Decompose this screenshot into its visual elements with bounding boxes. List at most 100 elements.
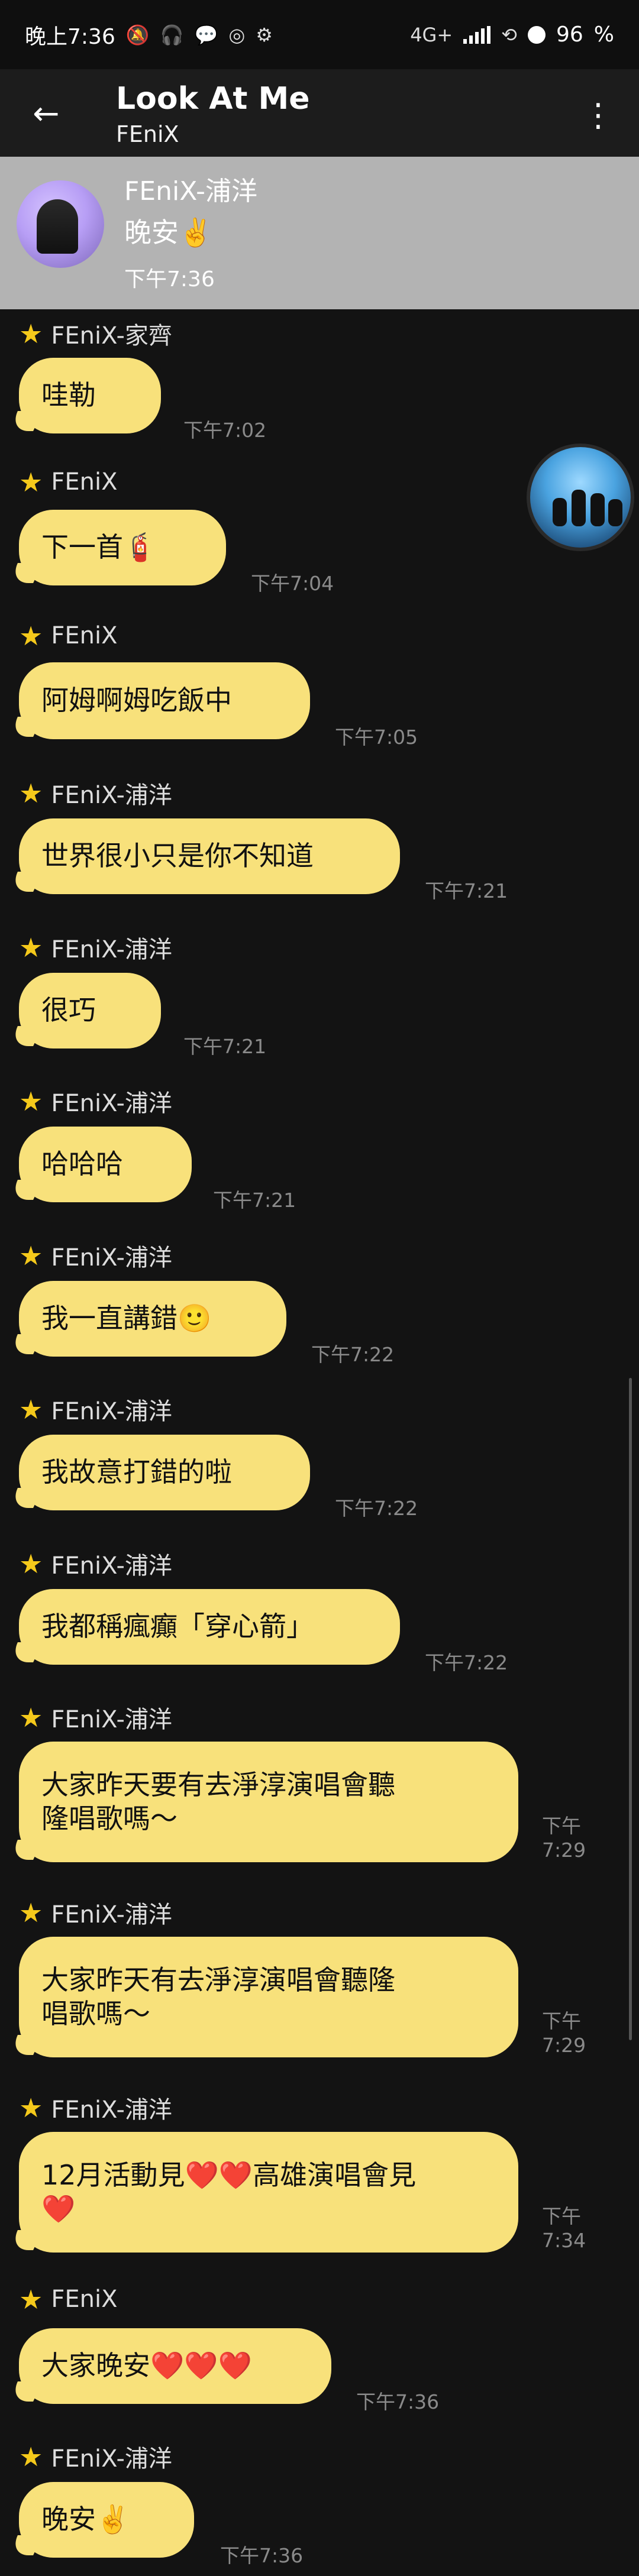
status-bar: 晚上7:36 🔕 🎧 💬 ◎ ⚙ 4G+ ⟲ 96% xyxy=(0,0,639,69)
message-time: 下午 7:34 xyxy=(542,2204,586,2253)
message-time: 下午7:36 xyxy=(356,2390,440,2413)
sender-row: ★ FEniX-浦洋 xyxy=(19,1084,172,1118)
avatar-figure xyxy=(572,490,586,526)
star-icon: ★ xyxy=(19,2283,43,2315)
message-bubble[interactable]: 我一直講錯🙂 xyxy=(19,1281,286,1357)
avatar-figure xyxy=(553,498,567,526)
star-icon: ★ xyxy=(19,318,43,349)
sender-row: ★ FEniX xyxy=(19,622,118,649)
notice-time: 下午7:36 xyxy=(124,267,215,292)
message-bubble[interactable]: 阿姆啊姆吃飯中 xyxy=(19,662,310,739)
message-bubble[interactable]: 大家昨天有去淨淳演唱會聽隆 唱歌嗎～ xyxy=(19,1937,518,2057)
signal-icon xyxy=(463,25,491,44)
star-icon: ★ xyxy=(19,2092,43,2124)
back-arrow-icon[interactable]: ← xyxy=(28,95,64,132)
sender-name: FEniX-浦洋 xyxy=(51,2096,172,2124)
message-bubble[interactable]: 下一首🧯 xyxy=(19,510,226,585)
sender-name: FEniX-浦洋 xyxy=(51,1901,172,1928)
message-time-value: 7:29 xyxy=(542,2034,586,2057)
message-text: 世界很小只是你不知道 xyxy=(41,840,314,872)
avatar-figure xyxy=(608,499,622,526)
message-text-line: 隆唱歌嗎～ xyxy=(41,1802,178,1834)
instagram-icon: ◎ xyxy=(228,23,246,46)
message-time: 下午7:04 xyxy=(251,572,334,595)
message-text-line: 12月活動見❤️❤️高雄演唱會見 xyxy=(41,2158,417,2191)
settings-icon: ⚙ xyxy=(256,23,273,46)
sender-row: ★ FEniX-浦洋 xyxy=(19,1700,172,1734)
chat-subtitle: FEniX xyxy=(116,121,179,147)
message-time-value: 7:29 xyxy=(542,1839,586,1862)
message-time: 下午7:21 xyxy=(183,1035,267,1058)
message-time: 下午 7:29 xyxy=(542,1814,586,1863)
group-avatar[interactable] xyxy=(527,444,634,551)
message-bubble[interactable]: 哈哈哈 xyxy=(19,1127,192,1202)
star-icon: ★ xyxy=(19,1548,43,1580)
star-icon: ★ xyxy=(19,1701,43,1733)
muted-icon: 🔕 xyxy=(125,23,150,46)
star-icon: ★ xyxy=(19,1393,43,1425)
chat-title: Look At Me xyxy=(116,81,310,116)
sender-row: ★ FEniX-浦洋 xyxy=(19,1238,172,1273)
message-bubble[interactable]: 大家昨天要有去淨淳演唱會聽 隆唱歌嗎～ xyxy=(19,1742,518,1862)
sender-name: FEniX xyxy=(51,2286,118,2313)
star-icon: ★ xyxy=(19,620,43,652)
sender-row: ★ FEniX-浦洋 xyxy=(19,2439,172,2474)
message-time: 下午7:36 xyxy=(220,2544,304,2567)
message-bubble[interactable]: 大家晚安❤️❤️❤️ xyxy=(19,2328,331,2404)
star-icon: ★ xyxy=(19,777,43,809)
message-bubble[interactable]: 12月活動見❤️❤️高雄演唱會見 ❤️ xyxy=(19,2132,518,2253)
message-text: 我一直講錯🙂 xyxy=(41,1302,212,1335)
scrollbar[interactable] xyxy=(629,1378,632,2040)
headphones-icon: 🎧 xyxy=(160,23,184,46)
notice-sender: FEniX-浦洋 xyxy=(124,176,258,206)
message-time: 下午7:02 xyxy=(183,419,267,442)
sender-name: FEniX-浦洋 xyxy=(51,936,172,963)
message-time-value: 7:34 xyxy=(542,2229,586,2253)
sender-name: FEniX-浦洋 xyxy=(51,1552,172,1580)
message-time: 下午 7:29 xyxy=(542,2009,586,2058)
message-list[interactable]: ★ FEniX-家齊 哇勒 下午7:02 ★ FEniX 下一首🧯 下午7:04… xyxy=(0,309,639,2576)
message-text: 下一首🧯 xyxy=(41,531,157,564)
star-icon: ★ xyxy=(19,931,43,963)
status-time: 晚上7:36 xyxy=(25,24,115,49)
data-saver-icon: ⟲ xyxy=(501,23,517,46)
message-text-line: 唱歌嗎～ xyxy=(41,1998,150,2030)
message-text: 哇勒 xyxy=(41,379,96,412)
message-text: 大家晚安❤️❤️❤️ xyxy=(41,2350,252,2382)
sender-name: FEniX-浦洋 xyxy=(51,1398,172,1425)
message-text: 我故意打錯的啦 xyxy=(41,1456,232,1488)
pinned-message-notice[interactable]: FEniX-浦洋 晚安✌️ 下午7:36 xyxy=(0,157,639,309)
message-bubble[interactable]: 哇勒 xyxy=(19,358,161,433)
more-options-icon[interactable]: ⋮ xyxy=(582,96,615,134)
message-text-line: 大家昨天要有去淨淳演唱會聽 xyxy=(41,1768,395,1801)
message-text: 哈哈哈 xyxy=(41,1148,123,1180)
message-text: 晚安✌️ xyxy=(41,2503,130,2536)
sender-name: FEniX-家齊 xyxy=(51,322,172,349)
message-text-line: 大家昨天有去淨淳演唱會聽隆 xyxy=(41,1963,395,1996)
status-left: 晚上7:36 🔕 🎧 💬 ◎ ⚙ xyxy=(25,20,273,50)
battery-level: 96 xyxy=(556,22,583,47)
message-text: 很巧 xyxy=(41,994,96,1027)
avatar xyxy=(17,180,104,268)
message-bubble[interactable]: 晚安✌️ xyxy=(19,2482,194,2558)
message-text-line: ❤️ xyxy=(41,2193,76,2225)
sender-row: ★ FEniX-浦洋 xyxy=(19,1546,172,1581)
star-icon: ★ xyxy=(19,1085,43,1117)
notice-message: 晚安✌️ xyxy=(124,216,213,248)
battery-icon xyxy=(527,25,546,44)
sender-row: ★ FEniX-浦洋 xyxy=(19,930,172,965)
sender-row: ★ FEniX-浦洋 xyxy=(19,2090,172,2125)
message-bubble[interactable]: 我都稱瘋癲「穿心箭」 xyxy=(19,1589,400,1665)
message-time-label: 下午 xyxy=(542,2009,581,2033)
message-time: 下午7:22 xyxy=(335,1497,418,1520)
message-bubble[interactable]: 世界很小只是你不知道 xyxy=(19,818,400,894)
sender-name: FEniX-浦洋 xyxy=(51,782,172,809)
message-text: 阿姆啊姆吃飯中 xyxy=(41,684,232,717)
status-right: 4G+ ⟲ 96% xyxy=(410,22,614,47)
message-bubble[interactable]: 我故意打錯的啦 xyxy=(19,1435,310,1510)
star-icon: ★ xyxy=(19,1240,43,1271)
message-bubble[interactable]: 很巧 xyxy=(19,973,161,1048)
sender-row: ★ FEniX xyxy=(19,468,118,496)
sender-row: ★ FEniX-浦洋 xyxy=(19,1895,172,1930)
sender-row: ★ FEniX-浦洋 xyxy=(19,1392,172,1426)
